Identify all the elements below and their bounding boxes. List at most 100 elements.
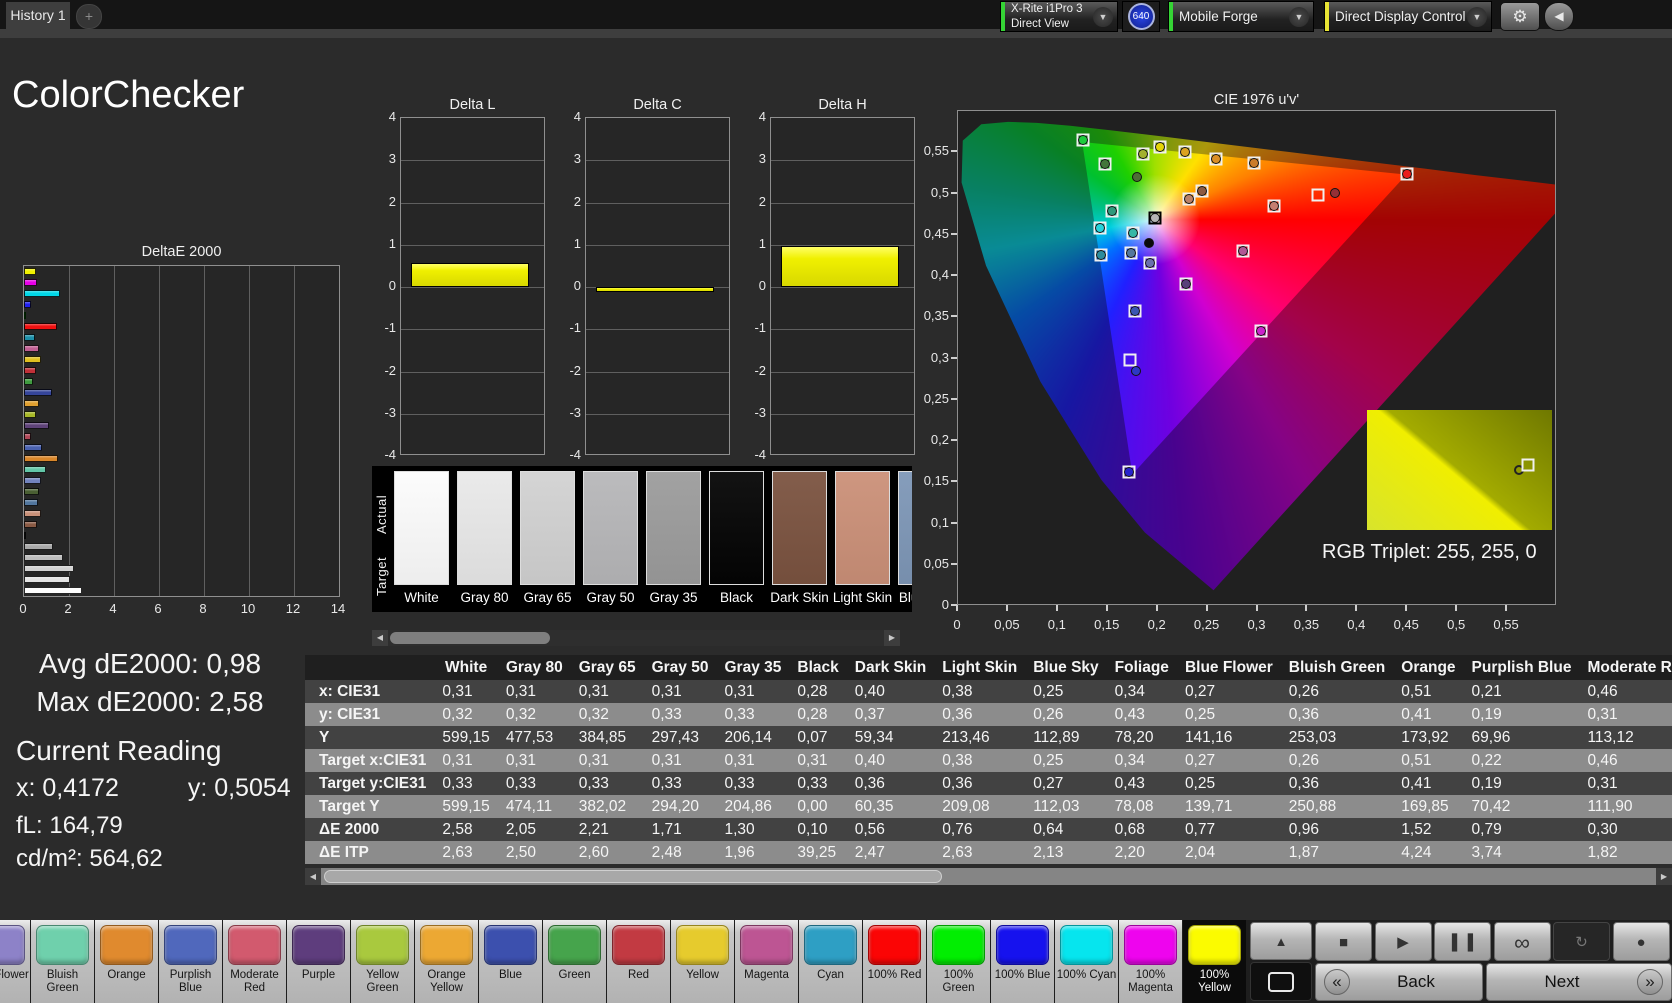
cie-measured-point xyxy=(1145,257,1156,268)
patch-button-blue[interactable]: Blue xyxy=(479,920,542,1003)
scroll-left-arrow[interactable]: ◀ xyxy=(305,868,321,885)
refresh-button[interactable]: ↻ xyxy=(1553,922,1610,961)
deltae-x-tick: 12 xyxy=(285,601,301,616)
patch-button-bluish-green[interactable]: Bluish Green xyxy=(31,920,94,1003)
table-cell: 0,33 xyxy=(716,703,790,726)
patch-button-purple[interactable]: Purple xyxy=(287,920,350,1003)
source-dropdown[interactable]: Mobile Forge ▼ xyxy=(1168,1,1314,32)
patch-button-orange-yellow[interactable]: Orange Yellow xyxy=(415,920,478,1003)
column-header: Gray 50 xyxy=(643,655,717,680)
patch-button-100-magenta[interactable]: 100% Magenta xyxy=(1119,920,1182,1003)
patch-button-100-blue[interactable]: 100% Blue xyxy=(991,920,1054,1003)
table-scrollbar[interactable]: ◀ ▶ xyxy=(305,868,1672,885)
patch-label: 100% Red xyxy=(867,969,922,981)
deltae-bar xyxy=(24,356,41,363)
scroll-thumb[interactable] xyxy=(390,632,550,644)
table-cell: 477,53 xyxy=(497,726,571,749)
patch-button-100-yellow[interactable]: 100% Yellow xyxy=(1183,920,1246,1003)
table-cell: 2,48 xyxy=(643,841,717,864)
table-cell: 0,46 xyxy=(1579,749,1672,772)
patch-button-100-green[interactable]: 100% Green xyxy=(927,920,990,1003)
chevron-down-icon[interactable]: ▼ xyxy=(1467,6,1487,27)
results-table: White Gray 80 Gray 65 Gray 50 Gray 35 Black Da… xyxy=(305,655,1672,864)
cie-measured-point xyxy=(1196,185,1207,196)
pause-button[interactable]: ▌▐ xyxy=(1434,922,1491,961)
scroll-left-arrow[interactable]: ◀ xyxy=(372,630,388,646)
color-patch-label: Light Skin xyxy=(832,590,893,605)
meter-label: X-Rite i1Pro 3 Direct View xyxy=(1011,3,1083,30)
collapse-panel-button[interactable]: ◀ xyxy=(1544,2,1574,31)
record-button[interactable]: ● xyxy=(1612,922,1670,961)
delta-y-tick: 3 xyxy=(573,151,581,167)
table-cell: 0,31 xyxy=(643,680,717,703)
cie-x-tick: 0,05 xyxy=(994,617,1020,632)
table-cell: 0,32 xyxy=(497,703,571,726)
chevron-down-icon[interactable]: ▼ xyxy=(1093,6,1113,27)
stop-icon: ■ xyxy=(1338,934,1349,951)
tick-mark xyxy=(1205,605,1208,611)
cie-measured-point xyxy=(1130,366,1141,377)
table-row: Target Y 599,15 474,11 382,02 294,20 204,86 0,… xyxy=(305,795,1672,818)
table-cell: 0,31 xyxy=(434,680,498,703)
swatch-scrollbar[interactable]: ◀ ▶ xyxy=(372,630,900,646)
patch-button-blue-flower[interactable]: Blue Flower xyxy=(0,920,30,1003)
table-cell: 113,12 xyxy=(1579,726,1672,749)
patch-color xyxy=(0,925,25,965)
scroll-right-arrow[interactable]: ▶ xyxy=(884,630,900,646)
next-button[interactable]: Next » xyxy=(1486,963,1672,1001)
table-cell: 0,27 xyxy=(1176,680,1281,703)
add-tab-button[interactable]: + xyxy=(76,4,102,29)
settings-button[interactable]: ⚙ xyxy=(1500,2,1540,31)
patch-color xyxy=(164,925,217,965)
patch-button-red[interactable]: Red xyxy=(607,920,670,1003)
chevron-down-icon[interactable]: ▼ xyxy=(1289,6,1309,27)
patch-label: Purple xyxy=(301,969,336,981)
tab-history-1[interactable]: History 1 xyxy=(6,2,70,29)
patch-color xyxy=(932,925,985,965)
table-cell: 0,41 xyxy=(1393,703,1464,726)
patch-button-cyan[interactable]: Cyan xyxy=(799,920,862,1003)
table-cell: 1,87 xyxy=(1280,841,1394,864)
swatch-strip: Actual Target White Gray 80 Gray 65 Gray 50 Gr… xyxy=(372,466,912,612)
patch-label: Bluish Green xyxy=(46,969,79,994)
table-cell: 209,08 xyxy=(934,795,1026,818)
tick-mark xyxy=(951,315,957,318)
stop-button[interactable]: ■ xyxy=(1315,922,1372,961)
patch-button-orange[interactable]: Orange xyxy=(95,920,158,1003)
table-cell: 0,31 xyxy=(789,749,847,772)
meter-dropdown[interactable]: X-Rite i1Pro 3 Direct View ▼ xyxy=(1000,1,1118,32)
table-cell: 0,36 xyxy=(1280,772,1394,795)
patch-button-green[interactable]: Green xyxy=(543,920,606,1003)
color-patch xyxy=(394,471,449,585)
patch-button-yellow-green[interactable]: Yellow Green xyxy=(351,920,414,1003)
deltae-x-tick: 14 xyxy=(330,601,346,616)
deltae-x-tick: 2 xyxy=(64,601,72,616)
table-cell: 70,42 xyxy=(1463,795,1580,818)
patch-button-moderate-red[interactable]: Moderate Red xyxy=(223,920,286,1003)
gridline xyxy=(401,244,544,246)
patch-button-purplish-blue[interactable]: Purplish Blue xyxy=(159,920,222,1003)
patch-button-magenta[interactable]: Magenta xyxy=(735,920,798,1003)
delta-bar xyxy=(781,246,899,287)
display-control-dropdown[interactable]: Direct Display Control ▼ xyxy=(1324,1,1492,32)
patch-button-yellow[interactable]: Yellow xyxy=(671,920,734,1003)
patch-color xyxy=(996,925,1049,965)
scroll-up-button[interactable]: ▲ xyxy=(1250,922,1312,960)
deltae-bar xyxy=(24,565,74,572)
delta-y-tick: 3 xyxy=(758,151,766,167)
patch-button-100-red[interactable]: 100% Red xyxy=(863,920,926,1003)
scroll-right-arrow[interactable]: ▶ xyxy=(1656,868,1672,885)
table-cell: 0,25 xyxy=(1025,680,1107,703)
display-mode-button[interactable] xyxy=(1250,962,1312,1001)
play-button[interactable]: ▶ xyxy=(1374,922,1432,961)
scroll-thumb[interactable] xyxy=(324,870,942,883)
deltae-bar xyxy=(24,532,27,539)
loop-infinity-button[interactable]: ∞ xyxy=(1493,922,1551,961)
gridline xyxy=(586,202,729,204)
cie-x-tick: 0 xyxy=(953,617,961,632)
tick-mark xyxy=(951,521,957,524)
table-row: Target y:CIE31 0,33 0,33 0,33 0,33 0,33 0,33 0,… xyxy=(305,772,1672,795)
back-button[interactable]: « Back xyxy=(1315,963,1483,1001)
patch-button-100-cyan[interactable]: 100% Cyan xyxy=(1055,920,1118,1003)
tick-mark xyxy=(951,191,957,194)
